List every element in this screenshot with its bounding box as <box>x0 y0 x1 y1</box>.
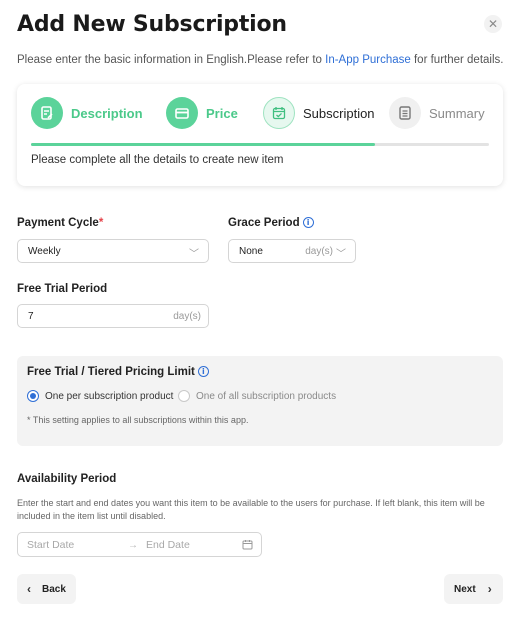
step-label: Summary <box>429 105 485 121</box>
chevron-down-icon: ﹀ <box>336 249 346 260</box>
info-icon[interactable]: i <box>197 366 209 377</box>
grace-period-unit: day(s) <box>305 246 333 257</box>
step-description: Description <box>31 97 143 129</box>
free-trial-label: Free Trial Period <box>17 283 108 295</box>
payment-cycle-value: Weekly <box>28 245 61 257</box>
intro-suffix: for further details. <box>410 54 504 66</box>
close-icon[interactable]: ✕ <box>484 15 502 33</box>
info-icon[interactable]: i <box>302 217 314 228</box>
step-price: Price <box>166 97 238 129</box>
step-label: Description <box>71 105 143 121</box>
end-date-input[interactable]: End Date <box>146 539 190 551</box>
free-trial-input[interactable]: 7 day(s) <box>17 304 209 328</box>
availability-title: Availability Period <box>17 473 117 485</box>
stepper-hint: Please complete all the details to creat… <box>31 154 284 166</box>
radio-label: One per subscription product <box>45 390 174 402</box>
stepper-card: Description Price Subscription Summary P… <box>17 84 503 186</box>
back-label: Back <box>42 583 66 595</box>
pricing-limit-section: Free Trial / Tiered Pricing Limit i One p… <box>17 356 503 446</box>
grace-period-select[interactable]: None day(s) ﹀ <box>228 239 356 263</box>
chevron-left-icon: ‹ <box>27 582 31 596</box>
radio-label: One of all subscription products <box>196 390 337 402</box>
payment-cycle-select[interactable]: Weekly ﹀ <box>17 239 209 263</box>
free-trial-value: 7 <box>28 310 34 322</box>
calendar-check-icon <box>263 97 295 129</box>
required-mark: * <box>98 217 104 229</box>
intro-text: Please enter the basic information in En… <box>17 54 503 66</box>
next-button[interactable]: Next › <box>444 574 503 604</box>
pricing-limit-note: * This setting applies to all subscripti… <box>27 415 249 425</box>
payment-cycle-label-text: Payment Cycle <box>17 217 99 229</box>
free-trial-unit: day(s) <box>173 311 201 322</box>
grace-period-value: None <box>239 245 263 257</box>
stepper-progress-fill <box>31 143 375 146</box>
grace-period-label: Grace Period i <box>228 217 314 229</box>
radio-unselected-icon <box>178 390 190 402</box>
start-date-input[interactable]: Start Date <box>27 539 74 551</box>
pricing-limit-title: Free Trial / Tiered Pricing Limit i <box>27 366 209 378</box>
in-app-purchase-link[interactable]: In-App Purchase <box>325 54 411 66</box>
step-label: Price <box>206 105 238 121</box>
pricing-limit-title-text: Free Trial / Tiered Pricing Limit <box>27 366 195 378</box>
document-edit-icon <box>31 97 63 129</box>
payment-cycle-label: Payment Cycle* <box>17 217 103 229</box>
radio-one-of-all-products[interactable]: One of all subscription products <box>178 390 336 402</box>
availability-date-range[interactable]: Start Date → End Date <box>17 532 262 557</box>
step-label: Subscription <box>303 105 375 121</box>
arrow-right-icon: → <box>128 540 138 551</box>
grace-period-label-text: Grace Period <box>228 217 300 229</box>
availability-description: Enter the start and end dates you want t… <box>17 498 485 521</box>
chevron-down-icon: ﹀ <box>189 249 199 260</box>
radio-one-per-product[interactable]: One per subscription product <box>27 390 173 402</box>
next-label: Next <box>454 583 476 595</box>
intro-prefix: Please enter the basic information in En… <box>17 54 326 66</box>
page-title: Add New Subscription <box>17 12 287 37</box>
stepper-progress-track <box>31 143 489 146</box>
step-summary: Summary <box>389 97 485 129</box>
list-doc-icon <box>389 97 421 129</box>
chevron-right-icon: › <box>487 582 492 596</box>
card-icon <box>166 97 198 129</box>
step-subscription: Subscription <box>263 97 375 129</box>
radio-selected-icon <box>27 390 39 402</box>
calendar-icon[interactable] <box>242 539 253 553</box>
back-button[interactable]: ‹ Back <box>17 574 76 604</box>
